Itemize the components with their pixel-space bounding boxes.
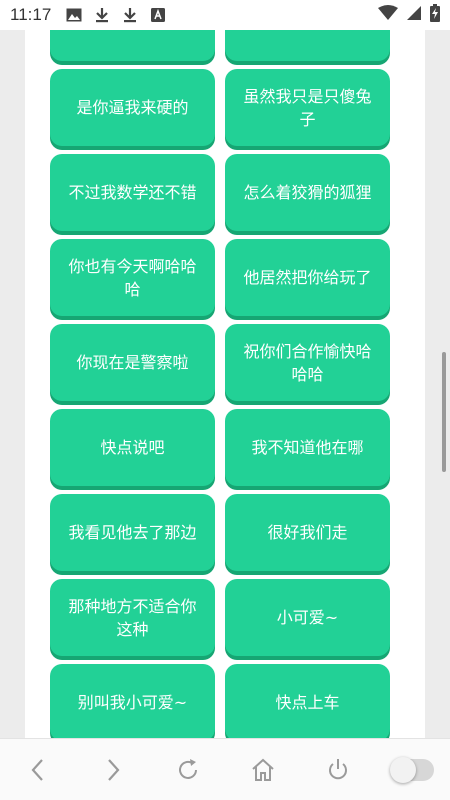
phrase-button[interactable]: 他居然把你给玩了	[225, 239, 390, 316]
status-time: 11:17	[10, 5, 52, 24]
home-icon	[251, 758, 274, 781]
phrase-button[interactable]: 怎么着狡猾的狐狸	[225, 154, 390, 231]
scrollbar-thumb[interactable]	[442, 352, 446, 472]
phrase-button[interactable]: 是你逼我来硬的	[50, 69, 215, 146]
status-bar: 11:17	[0, 0, 450, 30]
phrase-button[interactable]: 你也有今天啊哈哈哈	[50, 239, 215, 316]
toggle-knob	[389, 756, 416, 783]
phrase-button[interactable]: 那种地方不适合你这种	[50, 579, 215, 656]
phrase-button[interactable]	[50, 30, 215, 61]
refresh-button[interactable]	[163, 748, 213, 792]
power-icon	[328, 758, 347, 779]
phrase-button[interactable]: 祝你们合作愉快哈哈哈	[225, 324, 390, 401]
power-button[interactable]	[313, 748, 363, 792]
phrase-button[interactable]: 小可爱~	[225, 579, 390, 656]
wifi-icon	[378, 5, 398, 25]
status-right-group	[378, 4, 440, 26]
phrase-button[interactable]: 我不知道他在哪	[225, 409, 390, 486]
forward-button[interactable]	[88, 748, 138, 792]
browser-nav-bar	[0, 738, 450, 800]
phrase-button[interactable]: 别叫我小可爱~	[50, 664, 215, 738]
download-icon	[91, 5, 113, 25]
phrase-button[interactable]: 快点说吧	[50, 409, 215, 486]
download-icon	[119, 5, 141, 25]
phrase-button[interactable]: 很好我们走	[225, 494, 390, 571]
forward-icon	[107, 758, 119, 781]
toggle-button[interactable]	[388, 748, 438, 792]
image-icon	[63, 5, 85, 25]
back-icon	[31, 758, 43, 781]
phrase-button[interactable]: 我看见他去了那边	[50, 494, 215, 571]
a-box-icon	[147, 5, 169, 25]
back-button[interactable]	[13, 748, 63, 792]
phrase-button[interactable]	[225, 30, 390, 61]
battery-charging-icon	[430, 4, 440, 26]
phrase-button[interactable]: 虽然我只是只傻兔子	[225, 69, 390, 146]
refresh-icon	[178, 758, 197, 779]
phrase-button[interactable]: 不过我数学还不错	[50, 154, 215, 231]
signal-icon	[406, 5, 422, 25]
phrase-button[interactable]: 快点上车	[225, 664, 390, 738]
content-area[interactable]: 是你逼我来硬的 虽然我只是只傻兔子 不过我数学还不错 怎么着狡猾的狐狸 你也有今…	[0, 30, 450, 738]
home-button[interactable]	[238, 748, 288, 792]
toggle-switch[interactable]	[389, 756, 434, 783]
phrase-button[interactable]: 你现在是警察啦	[50, 324, 215, 401]
